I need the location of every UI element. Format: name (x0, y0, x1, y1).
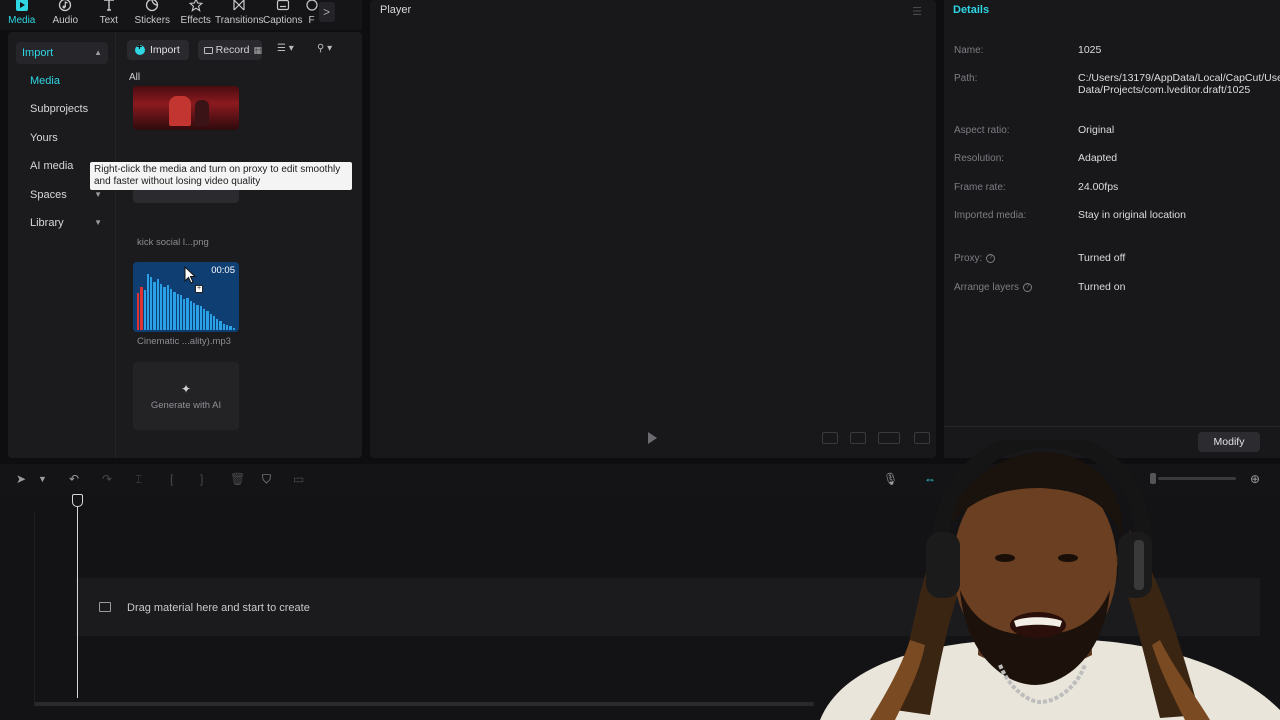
generate-with-ai-card[interactable]: ✦ Generate with AI (133, 362, 239, 430)
menu-icon[interactable]: ☰ (912, 5, 922, 18)
detail-value: Stay in original location (1078, 209, 1186, 221)
filter-icon[interactable]: ⚲ ▾ (317, 43, 332, 54)
chevron-down-icon: ▼ (94, 190, 102, 199)
detail-label: Imported media: (954, 210, 1027, 221)
sort-icon[interactable]: ☰ ▾ (277, 43, 294, 54)
player-title: Player (380, 4, 412, 16)
crop-icon[interactable]: ▭ (293, 472, 304, 486)
detail-value: 1025 (1078, 44, 1102, 56)
player-panel: Player ☰ (370, 0, 936, 458)
timeline-empty-hint: Drag material here and start to create (127, 602, 310, 614)
camera-icon (204, 46, 213, 54)
tab-captions[interactable]: Captions (261, 0, 305, 30)
sidebar-item-subprojects[interactable]: Subprojects (16, 98, 108, 120)
detail-label: Aspect ratio: (954, 125, 1010, 136)
playhead[interactable] (77, 504, 78, 698)
captions-icon (276, 0, 289, 11)
trim-right-icon[interactable]: ] (200, 472, 203, 486)
playhead-handle[interactable] (72, 494, 83, 507)
tab-transitions[interactable]: Transitions (215, 0, 264, 30)
tab-text[interactable]: Text (87, 0, 131, 30)
timeline-scrollbar[interactable] (34, 702, 814, 706)
detail-value: Turned off (1078, 252, 1126, 264)
media-panel: Import ▲ Media Subprojects Yours AI medi… (8, 32, 362, 458)
details-title: Details (953, 4, 990, 16)
detail-label: Name: (954, 45, 984, 56)
proxy-tooltip: Right-click the media and turn on proxy … (90, 162, 352, 190)
detail-label: Frame rate: (954, 182, 1006, 193)
split-icon[interactable]: ⌶ (135, 472, 142, 487)
chevron-down-icon: ▼ (94, 218, 102, 227)
sparkle-icon: ✦ (180, 381, 192, 396)
sidebar-item-yours[interactable]: Yours (16, 127, 108, 149)
import-button[interactable]: Import (127, 40, 189, 60)
detail-value: 24.00fps (1078, 181, 1119, 193)
sidebar-item-library[interactable]: Library ▼ (16, 212, 108, 234)
marker-icon[interactable]: ⛉ (262, 472, 271, 487)
select-tool-icon[interactable]: ➤ (16, 472, 26, 486)
chevron-right-icon: > (322, 5, 330, 19)
copy-cursor-icon: + (195, 285, 203, 293)
media-item-video[interactable] (133, 86, 239, 130)
sidebar-item-media[interactable]: Media (16, 70, 108, 92)
tab-filters[interactable]: F (305, 0, 319, 30)
detail-label-arrange: Arrange layers? (954, 282, 1033, 293)
media-grid: Import Record ▦ ☰ ▾ ⚲ ▾ All kick social … (125, 32, 362, 458)
tab-stickers[interactable]: Stickers (131, 0, 175, 30)
sidebar-item-import[interactable]: Import ▲ (16, 42, 108, 64)
detail-value: C:/Users/13179/AppData/Local/CapCut/User… (1078, 72, 1280, 96)
stickers-icon (146, 0, 159, 12)
audio-icon (59, 0, 72, 12)
media-icon (15, 0, 28, 11)
detail-label: Path: (954, 73, 978, 84)
grid-icon: ▦ (253, 44, 262, 55)
detail-label-proxy: Proxy:? (954, 253, 996, 264)
media-item-label: Cinematic ...ality).mp3 (137, 336, 231, 347)
detail-label: Resolution: (954, 153, 1005, 164)
transitions-icon (233, 0, 245, 11)
trim-left-icon[interactable]: [ (170, 472, 173, 486)
webcam-overlay (820, 440, 1280, 720)
delete-icon[interactable]: 🗑 (230, 472, 245, 486)
play-icon[interactable] (648, 432, 657, 444)
details-panel: Details Name: 1025 Path: C:/Users/13179/… (944, 0, 1280, 458)
plus-circle-icon (135, 42, 145, 55)
media-sidebar: Import ▲ Media Subprojects Yours AI medi… (8, 32, 116, 458)
film-icon (99, 602, 111, 612)
top-toolbar: Media Audio Text Stickers Effects Transi… (0, 0, 362, 30)
info-icon[interactable]: ? (1023, 282, 1033, 292)
undo-icon[interactable]: ↶ (69, 472, 79, 486)
detail-value: Turned on (1078, 281, 1126, 293)
toolbar-more-button[interactable]: > (318, 2, 335, 22)
redo-icon[interactable]: ↷ (102, 472, 112, 486)
mouse-cursor-icon (184, 266, 196, 284)
text-icon (103, 0, 114, 11)
effects-icon (188, 0, 203, 12)
detail-value: Original (1078, 124, 1115, 136)
divider (944, 426, 1280, 427)
record-button[interactable]: Record ▦ (198, 40, 262, 60)
detail-value: Adapted (1078, 152, 1118, 164)
chevron-up-icon: ▲ (94, 48, 102, 57)
tab-audio[interactable]: Audio (44, 0, 88, 30)
filters-icon (305, 0, 318, 11)
media-item-label: kick social l...png (137, 237, 209, 248)
info-icon[interactable]: ? (986, 253, 996, 263)
tab-effects[interactable]: Effects (174, 0, 218, 30)
filter-all-label: All (129, 72, 141, 83)
tab-media[interactable]: Media (0, 0, 44, 30)
chevron-down-icon[interactable]: ▼ (38, 474, 47, 484)
